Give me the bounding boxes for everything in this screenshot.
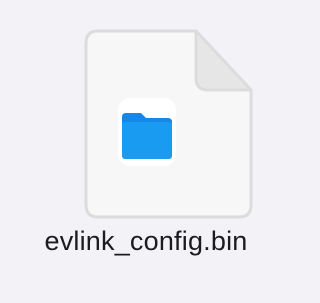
folder-icon	[122, 113, 172, 159]
file-name-label: evlink_config.bin	[44, 226, 248, 256]
file-item[interactable]: evlink_config.bin	[0, 0, 292, 303]
page-fold	[194, 29, 253, 92]
